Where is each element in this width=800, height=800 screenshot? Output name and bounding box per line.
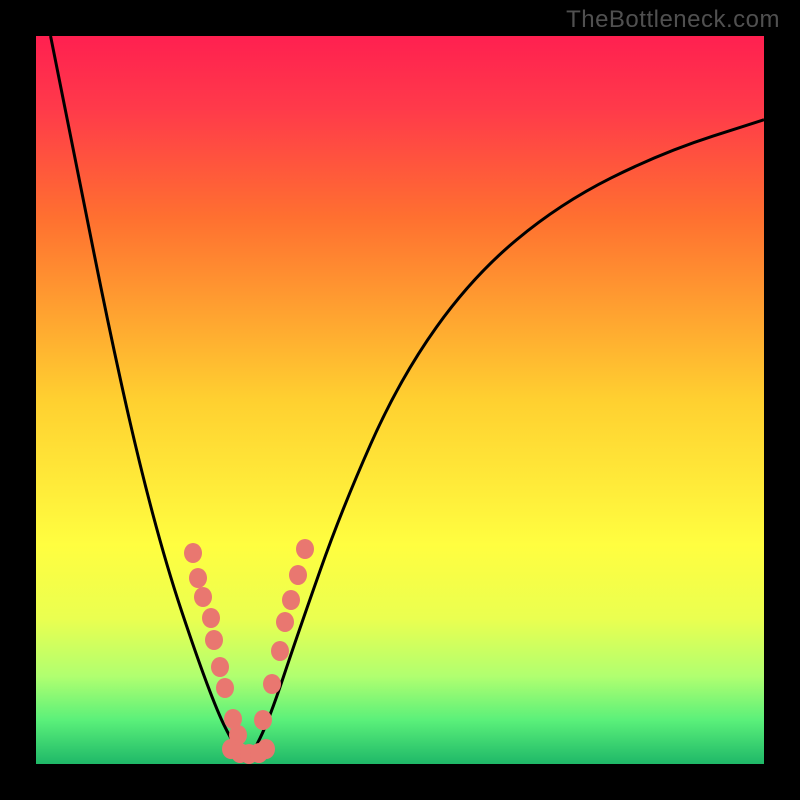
marker-point: [296, 539, 314, 559]
right-curve: [251, 120, 764, 757]
marker-point: [289, 565, 307, 585]
marker-point: [211, 657, 229, 677]
frame-black-border: TheBottleneck.com: [0, 0, 800, 800]
marker-point: [202, 608, 220, 628]
marker-point: [276, 612, 294, 632]
marker-point: [257, 739, 275, 759]
marker-point: [254, 710, 272, 730]
marker-point: [189, 568, 207, 588]
marker-point: [216, 678, 234, 698]
marker-point: [263, 674, 281, 694]
marker-point: [282, 590, 300, 610]
marker-point: [194, 587, 212, 607]
curves-layer: [36, 36, 764, 764]
marker-point: [205, 630, 223, 650]
plot-area: [36, 36, 764, 764]
watermark-text: TheBottleneck.com: [566, 6, 780, 34]
marker-point: [271, 641, 289, 661]
marker-point: [184, 543, 202, 563]
